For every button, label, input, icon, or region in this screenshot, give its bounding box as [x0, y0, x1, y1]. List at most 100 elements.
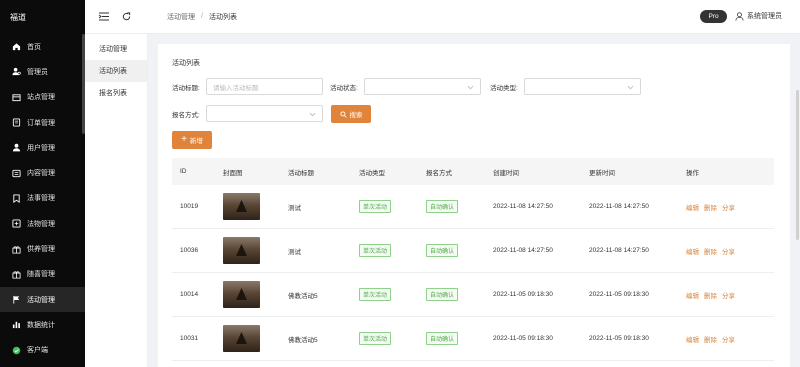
chevron-down-icon [309, 112, 316, 117]
cell-signup: 自动确认 [426, 229, 459, 272]
delete-link[interactable]: 删除 [704, 202, 717, 212]
cell-created: 2022-11-08 14:27:50 [493, 203, 553, 210]
share-link[interactable]: 分享 [722, 246, 735, 256]
sidebar-item-label: 数据统计 [27, 321, 55, 329]
cover-image[interactable] [223, 193, 260, 220]
sidebar-item[interactable]: 法物管理 [0, 211, 85, 236]
sidebar-item[interactable]: 法事管理 [0, 186, 85, 211]
cover-image[interactable] [223, 237, 260, 264]
cell-type: 单次活动 [359, 185, 392, 228]
sidebar-item-label: 管理员 [27, 68, 48, 76]
activity-table: ID 封面图 活动标题 活动类型 报名方式 创建时间 更新时间 操作 10019… [172, 158, 774, 361]
add-button[interactable]: + 新增 [172, 131, 212, 149]
bar-chart-icon [12, 320, 21, 329]
cell-id: 10036 [180, 247, 199, 254]
sidebar-item-label: 随喜管理 [27, 271, 55, 279]
user-icon [12, 143, 21, 152]
sidebar-item[interactable]: 供养管理 [0, 236, 85, 261]
breadcrumb-separator: / [201, 13, 203, 20]
order-icon [12, 118, 21, 127]
delete-link[interactable]: 删除 [704, 246, 717, 256]
search-button[interactable]: 搜索 [331, 105, 371, 123]
sidebar-item[interactable]: 订单管理 [0, 110, 85, 135]
table-row: 10014 佛教活动5 单次活动 自动确认 2022-11-05 09:18:30 202… [172, 273, 774, 317]
sidebar-item[interactable]: 活动管理 [0, 286, 85, 313]
sidebar-item-label: 内容管理 [27, 170, 55, 178]
table-row: 10036 测试 单次活动 自动确认 2022-11-08 14:27:50 2022-1… [172, 229, 774, 273]
sidebar-item[interactable]: 客户端 [0, 338, 85, 363]
cell-created: 2022-11-08 14:27:50 [493, 247, 553, 254]
top-header: 活动管理 / 活动列表 Pro 系统管理员 [85, 0, 800, 34]
table-row: 10019 测试 单次活动 自动确认 2022-11-08 14:27:50 2022-1… [172, 185, 774, 229]
signup-filter-label: 报名方式: [172, 112, 200, 119]
cell-id: 10014 [180, 291, 199, 298]
relic-icon [12, 219, 21, 228]
status-filter-select[interactable] [364, 78, 481, 95]
sidebar-item[interactable]: 随喜管理 [0, 262, 85, 287]
signup-tag: 自动确认 [426, 332, 459, 345]
sidebar-item-label: 首页 [27, 43, 41, 51]
donation-icon [12, 270, 21, 279]
cell-type: 单次活动 [359, 317, 392, 360]
cell-signup: 自动确认 [426, 185, 459, 228]
chevron-down-icon [627, 85, 634, 90]
sidebar-item-label: 法事管理 [27, 195, 55, 203]
column-header-id: ID [180, 168, 187, 175]
sidebar-item[interactable]: 用户管理 [0, 135, 85, 160]
subnav-item-activity-manage[interactable]: 活动管理 [85, 38, 147, 60]
flag-icon [12, 295, 21, 304]
signup-tag: 自动确认 [426, 200, 459, 213]
cell-updated: 2022-11-08 14:27:50 [589, 203, 649, 210]
cell-title: 测试 [288, 248, 301, 256]
type-tag: 单次活动 [359, 244, 392, 257]
home-icon [12, 42, 21, 51]
main-card: 活动列表 活动标题: 请输入活动标题 活动状态: 活动类型: 报名方式: 搜索 … [158, 44, 790, 367]
title-filter-label: 活动标题: [172, 85, 200, 92]
table-body: 10019 测试 单次活动 自动确认 2022-11-08 14:27:50 2022-1… [172, 185, 774, 361]
sidebar-item-label: 站点管理 [27, 94, 55, 102]
sidebar-item[interactable]: 站点管理 [0, 85, 85, 110]
subnav-item-activity-list[interactable]: 活动列表 [85, 60, 147, 82]
client-icon [12, 346, 21, 355]
edit-link[interactable]: 编辑 [686, 246, 699, 256]
type-tag: 单次活动 [359, 332, 392, 345]
breadcrumb: 活动管理 / 活动列表 [167, 12, 237, 22]
menu-fold-icon[interactable] [99, 12, 109, 22]
app-logo: 福道 [10, 12, 26, 22]
title-filter-input[interactable]: 请输入活动标题 [206, 78, 323, 95]
cell-updated: 2022-11-05 09:18:30 [589, 335, 649, 342]
edit-link[interactable]: 编辑 [686, 202, 699, 212]
content-icon [12, 169, 21, 178]
cell-signup: 自动确认 [426, 273, 459, 316]
site-icon [12, 93, 21, 102]
sidebar-item-label: 客户端 [27, 347, 48, 355]
share-link[interactable]: 分享 [722, 290, 735, 300]
breadcrumb-item[interactable]: 活动管理 [167, 12, 195, 22]
sidebar-item[interactable]: 数据统计 [0, 312, 85, 337]
cover-image[interactable] [223, 281, 260, 308]
sidebar-item-label: 供养管理 [27, 246, 55, 254]
refresh-icon[interactable] [121, 12, 131, 22]
sidebar-item-label: 订单管理 [27, 119, 55, 127]
cell-cover [223, 185, 260, 228]
user-menu[interactable]: 系统管理员 [735, 11, 782, 21]
edit-link[interactable]: 编辑 [686, 290, 699, 300]
cell-title: 佛教活动5 [288, 292, 318, 300]
subnav-item-signup-list[interactable]: 报名列表 [85, 82, 147, 104]
breadcrumb-item: 活动列表 [208, 13, 237, 21]
sidebar-item[interactable]: 首页 [0, 34, 85, 59]
share-link[interactable]: 分享 [722, 334, 735, 344]
column-header-updated: 更新时间 [589, 169, 615, 177]
sidebar-item[interactable]: 管理员 [0, 59, 85, 84]
delete-link[interactable]: 删除 [704, 290, 717, 300]
add-button-label: 新增 [189, 138, 203, 145]
sidebar-item[interactable]: 内容管理 [0, 160, 85, 185]
page-scrollbar[interactable] [796, 90, 799, 240]
cover-image[interactable] [223, 325, 260, 352]
signup-filter-select[interactable] [206, 105, 323, 122]
share-link[interactable]: 分享 [722, 202, 735, 212]
edit-link[interactable]: 编辑 [686, 334, 699, 344]
type-filter-select[interactable] [524, 78, 641, 95]
admin-user-icon [12, 67, 21, 76]
delete-link[interactable]: 删除 [704, 334, 717, 344]
